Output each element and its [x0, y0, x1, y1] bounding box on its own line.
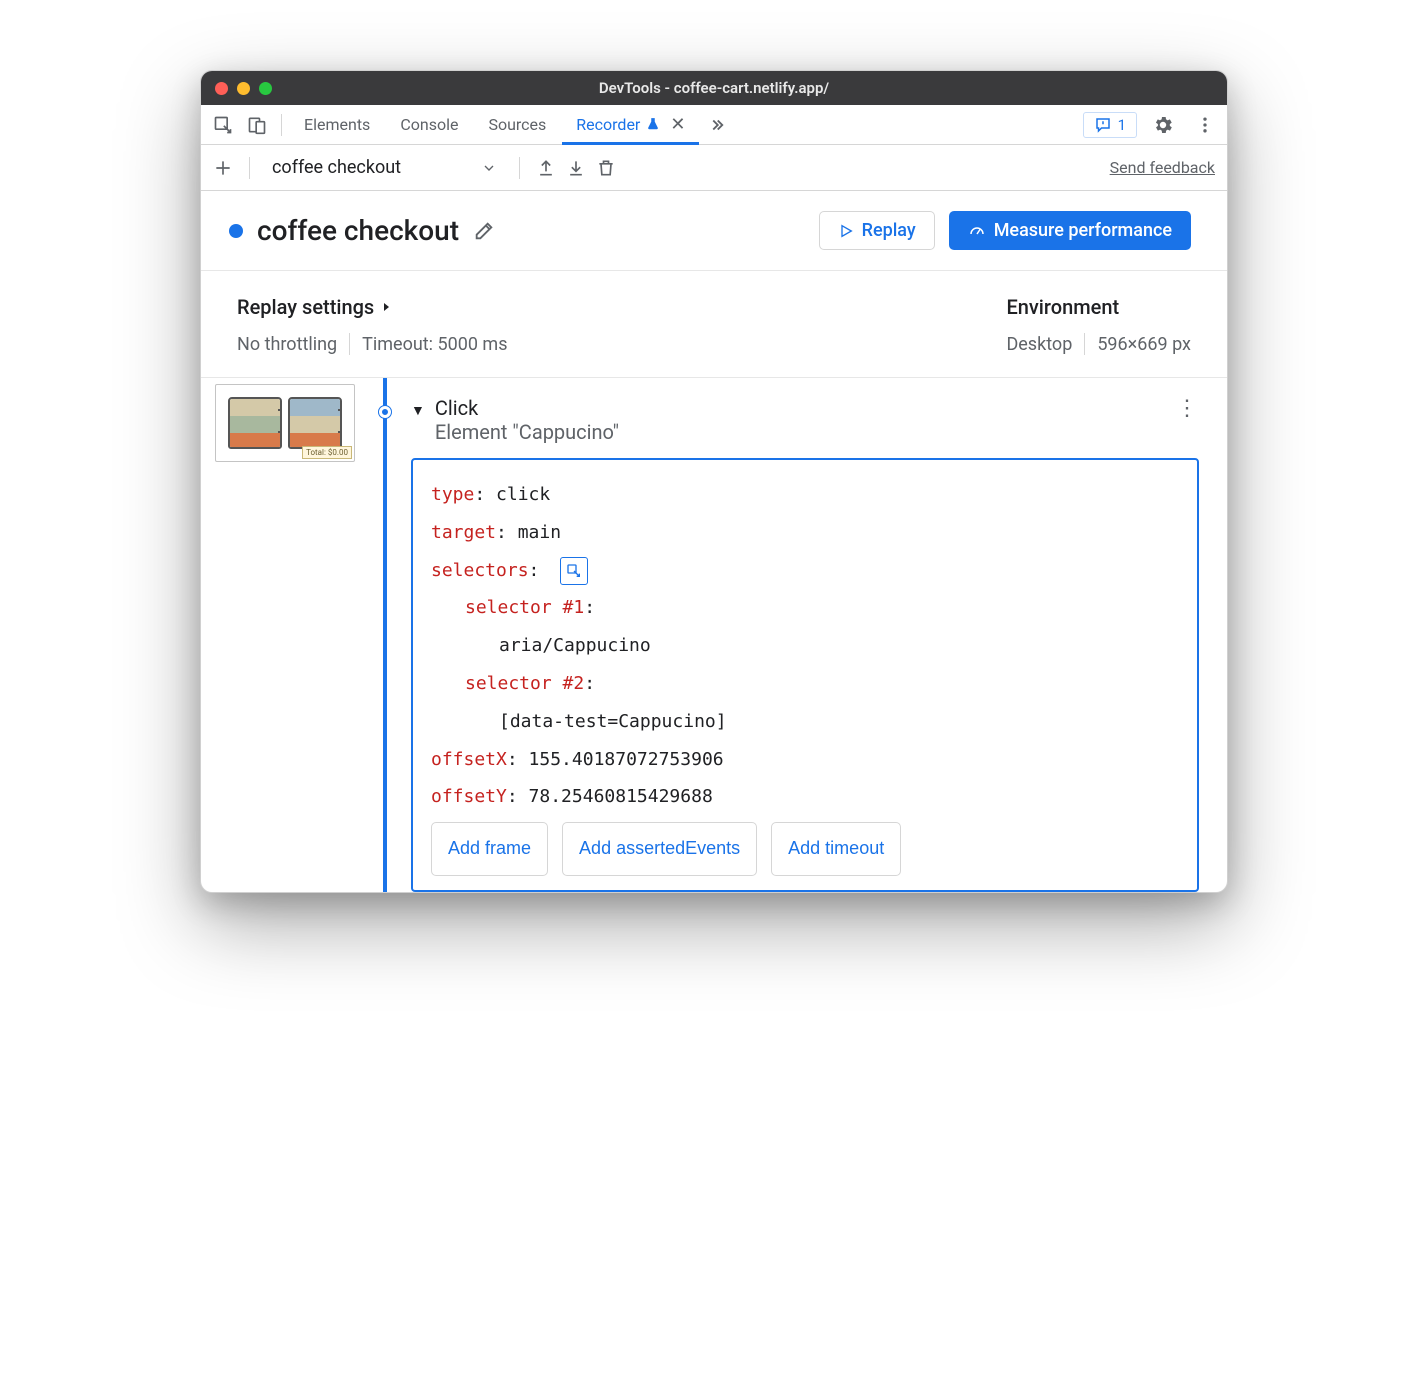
recording-select[interactable]: coffee checkout — [266, 153, 503, 182]
timeline-area: Total: $0.00 ▼ Click Element "Cappucino"… — [201, 378, 1227, 892]
viewport-value: 596×669 px — [1097, 334, 1191, 355]
replay-button[interactable]: Replay — [819, 211, 935, 250]
issues-button[interactable]: 1 — [1083, 112, 1137, 138]
environment-settings: Environment Desktop 596×669 px — [1006, 295, 1191, 355]
close-window-button[interactable] — [215, 82, 228, 95]
issues-icon — [1094, 116, 1112, 134]
divider — [249, 157, 250, 179]
prop-target: target: main — [431, 514, 1179, 552]
prop-selector-1: selector #1: — [431, 589, 1179, 627]
step-title: Click — [435, 396, 619, 420]
throttling-value: No throttling — [237, 334, 337, 355]
screenshot-thumbnail[interactable]: Total: $0.00 — [215, 384, 355, 462]
step-subtitle: Element "Cappucino" — [435, 420, 619, 444]
kebab-menu-icon[interactable] — [1189, 109, 1221, 141]
add-asserted-events-button[interactable]: Add assertedEvents — [562, 822, 757, 876]
window-titlebar: DevTools - coffee-cart.netlify.app/ — [201, 71, 1227, 105]
selector-1-value[interactable]: aria/Cappucino — [431, 627, 1179, 665]
play-icon — [838, 223, 854, 239]
step-panel: ▼ Click Element "Cappucino" ⋮ type: clic… — [399, 378, 1227, 892]
minimize-window-button[interactable] — [237, 82, 250, 95]
import-icon[interactable] — [566, 158, 586, 178]
more-tabs-icon[interactable] — [701, 109, 733, 141]
thumbnail-price: Total: $0.00 — [302, 446, 352, 459]
measure-performance-button[interactable]: Measure performance — [949, 211, 1191, 250]
tab-label: Recorder — [576, 115, 640, 134]
divider — [1084, 333, 1085, 355]
add-property-row: Add frame Add assertedEvents Add timeout — [431, 822, 1179, 876]
send-feedback-link[interactable]: Send feedback — [1110, 158, 1215, 177]
replay-label: Replay — [862, 220, 916, 241]
tab-bar: Elements Console Sources Recorder ✕ 1 — [201, 105, 1227, 145]
prop-selectors: selectors: — [431, 552, 1179, 590]
timeline-line — [383, 378, 387, 892]
recorder-toolbar: coffee checkout Send feedback — [201, 145, 1227, 191]
mug-graphic — [288, 397, 342, 449]
timeline-track — [371, 378, 399, 892]
caret-down-icon: ▼ — [411, 402, 425, 419]
flask-icon — [646, 116, 660, 132]
tab-recorder[interactable]: Recorder ✕ — [562, 106, 699, 145]
add-frame-button[interactable]: Add frame — [431, 822, 548, 876]
step-more-icon[interactable]: ⋮ — [1175, 396, 1199, 421]
tab-elements[interactable]: Elements — [290, 106, 384, 145]
mug-graphic — [228, 397, 282, 449]
issues-count: 1 — [1118, 116, 1126, 134]
settings-row: Replay settings No throttling Timeout: 5… — [201, 271, 1227, 378]
divider — [519, 157, 520, 179]
step-header[interactable]: ▼ Click Element "Cappucino" ⋮ — [411, 396, 1199, 444]
divider — [349, 333, 350, 355]
device-mode-icon[interactable] — [241, 109, 273, 141]
tab-console[interactable]: Console — [386, 106, 472, 145]
replay-settings: Replay settings No throttling Timeout: 5… — [237, 295, 508, 355]
recording-status-dot — [229, 224, 243, 238]
delete-icon[interactable] — [596, 158, 616, 178]
edit-title-icon[interactable] — [473, 220, 495, 242]
timeout-value: Timeout: 5000 ms — [362, 334, 507, 355]
recording-select-value: coffee checkout — [272, 157, 401, 178]
inspect-element-icon[interactable] — [207, 109, 239, 141]
recording-header: coffee checkout Replay Measure performan… — [201, 191, 1227, 271]
add-timeout-button[interactable]: Add timeout — [771, 822, 901, 876]
step-details: type: click target: main selectors: sele… — [411, 458, 1199, 892]
timeline-step-dot[interactable] — [379, 406, 391, 418]
prop-selector-2: selector #2: — [431, 665, 1179, 703]
traffic-lights — [215, 82, 272, 95]
export-icon[interactable] — [536, 158, 556, 178]
caret-right-icon — [380, 301, 392, 313]
close-tab-icon[interactable]: ✕ — [670, 114, 685, 135]
element-picker-button[interactable] — [560, 557, 588, 585]
environment-heading: Environment — [1006, 295, 1191, 319]
window-title: DevTools - coffee-cart.netlify.app/ — [201, 79, 1227, 97]
device-value: Desktop — [1006, 334, 1072, 355]
prop-offsety: offsetY: 78.25460815429688 — [431, 778, 1179, 816]
chevron-down-icon — [481, 160, 497, 176]
maximize-window-button[interactable] — [259, 82, 272, 95]
prop-offsetx: offsetX: 155.40187072753906 — [431, 741, 1179, 779]
gauge-icon — [968, 222, 986, 240]
replay-settings-heading[interactable]: Replay settings — [237, 295, 508, 319]
screenshot-column: Total: $0.00 — [201, 378, 371, 892]
tab-sources[interactable]: Sources — [474, 106, 560, 145]
selector-2-value[interactable]: [data-test=Cappucino] — [431, 703, 1179, 741]
new-recording-button[interactable] — [213, 158, 233, 178]
devtools-window: DevTools - coffee-cart.netlify.app/ Elem… — [200, 70, 1228, 893]
prop-type: type: click — [431, 476, 1179, 514]
measure-label: Measure performance — [994, 220, 1172, 241]
divider — [281, 114, 282, 136]
recording-title: coffee checkout — [257, 214, 459, 247]
settings-icon[interactable] — [1147, 109, 1179, 141]
